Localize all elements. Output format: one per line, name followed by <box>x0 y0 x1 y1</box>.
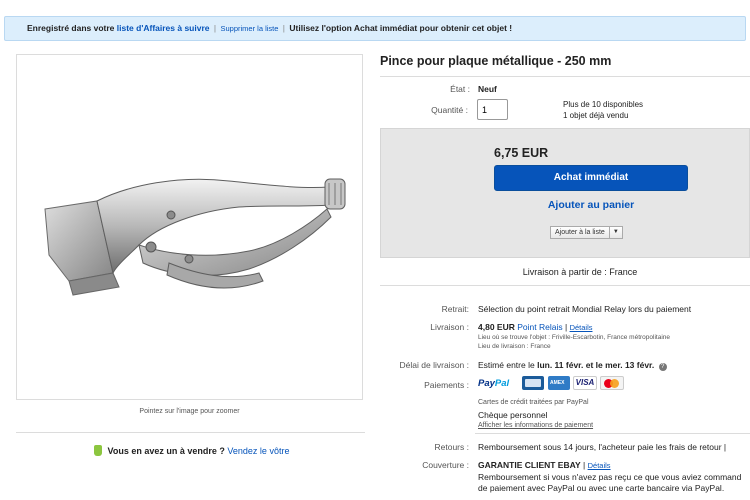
watchlist-link[interactable]: liste d'Affaires à suivre <box>117 23 210 33</box>
pickup-value: Sélection du point retrait Mondial Relay… <box>478 304 692 314</box>
divider <box>475 433 750 434</box>
delay-prefix: Estimé entre le <box>478 360 535 370</box>
sell-yours-link[interactable]: Vendez le vôtre <box>227 446 289 456</box>
coverage-details-link[interactable]: Détails <box>588 461 611 470</box>
payment-info-link[interactable]: Afficher les informations de paiement <box>478 422 593 429</box>
add-to-cart-link[interactable]: Ajouter au panier <box>494 199 688 211</box>
price: 6,75 EUR <box>494 146 549 160</box>
product-image[interactable] <box>16 54 363 400</box>
quantity-label: Quantité : <box>431 105 468 115</box>
pickup-label: Retrait: <box>441 304 469 314</box>
delay-dates: lun. 11 févr. et le mer. 13 févr. <box>537 360 655 370</box>
sell-question: Vous en avez un à vendre ? <box>107 446 225 456</box>
paypal-logo: PayPal <box>478 378 509 389</box>
add-to-list-button[interactable]: Ajouter à la liste ▼ <box>550 226 623 239</box>
price-tag-icon <box>94 445 102 456</box>
shipping-method: Point Relais <box>517 322 563 332</box>
visa-card-icon: VISA <box>573 376 597 390</box>
mastercard-icon <box>600 376 624 390</box>
paypal-pal: Pal <box>494 378 510 389</box>
condition-value: Neuf <box>478 84 497 94</box>
delivery-delay-label: Délai de livraison : <box>399 360 469 370</box>
banner-suffix: Utilisez l'option Achat immédiat pour ob… <box>289 23 513 33</box>
coverage-title: GARANTIE CLIENT EBAY <box>478 460 581 470</box>
cheque: Chèque personnel <box>478 410 548 420</box>
coverage-heading: GARANTIE CLIENT EBAY | Détails <box>478 460 611 470</box>
ship-to: Lieu de livraison : France <box>478 343 551 350</box>
coverage-label: Couverture : <box>422 460 469 470</box>
banner-prefix: Enregistré dans votre <box>27 23 115 33</box>
condition-label: État : <box>450 84 470 94</box>
amex-card-icon: AMEX <box>548 376 570 390</box>
item-title: Pince pour plaque métallique - 250 mm <box>380 54 612 68</box>
info-icon[interactable]: ? <box>658 363 667 371</box>
quantity-input[interactable] <box>477 99 508 120</box>
amex-text: AMEX <box>550 380 565 386</box>
shipping-line: 4,80 EUR Point Relais | Détails <box>478 322 593 332</box>
shipping-label: Livraison : <box>430 322 469 332</box>
payments-label: Paiements : <box>424 380 469 390</box>
sell-prompt: Vous en avez un à vendre ? Vendez le vôt… <box>94 445 289 456</box>
watchlist-banner: Enregistré dans votre liste d'Affaires à… <box>4 16 746 41</box>
paypal-pay: Pay <box>478 378 495 389</box>
item-location: Lieu où se trouve l'objet : Friville-Esc… <box>478 334 670 341</box>
zoom-hint: Pointez sur l'image pour zoomer <box>139 408 240 415</box>
chevron-down-icon[interactable]: ▼ <box>608 227 622 238</box>
divider <box>16 432 365 433</box>
add-to-list-label: Ajouter à la liste <box>555 229 605 236</box>
coverage-text-1: Remboursement si vous n'avez pas reçu ce… <box>478 472 742 482</box>
sold-count-link[interactable]: 1 objet déjà vendu <box>563 111 628 120</box>
cb-card-icon <box>522 376 544 390</box>
availability: Plus de 10 disponibles <box>563 100 644 109</box>
divider <box>380 76 750 77</box>
ships-from: Livraison à partir de : France <box>380 260 750 286</box>
coverage-text-2: de paiement avec PayPal ou avec une cart… <box>478 483 725 493</box>
locking-pliers-image <box>44 178 346 296</box>
cards-note: Cartes de crédit traitées par PayPal <box>478 399 589 406</box>
delivery-estimate: Estimé entre le lun. 11 févr. et le mer.… <box>478 360 667 371</box>
shipping-details-link[interactable]: Détails <box>570 323 593 332</box>
returns-value: Remboursement sous 14 jours, l'acheteur … <box>478 442 727 452</box>
returns-label: Retours : <box>434 442 470 452</box>
buy-now-button[interactable]: Achat immédiat <box>494 165 688 191</box>
remove-list-link[interactable]: Supprimer la liste <box>220 24 278 33</box>
shipping-price: 4,80 EUR <box>478 322 515 332</box>
